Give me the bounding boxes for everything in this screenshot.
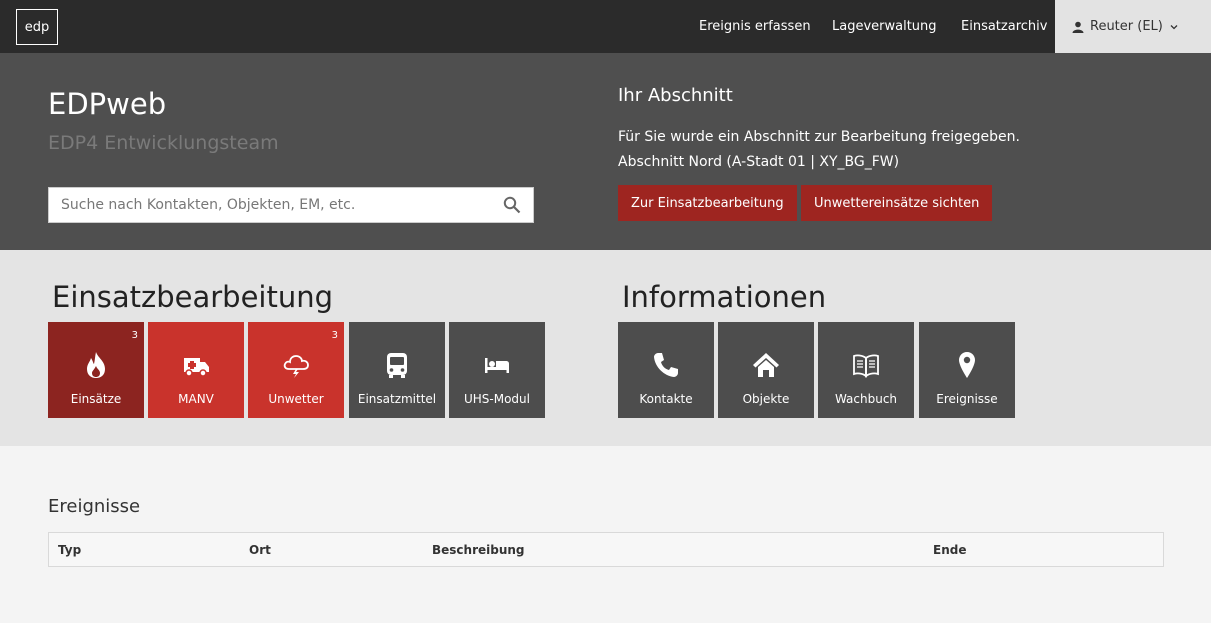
user-icon (1072, 21, 1084, 33)
user-menu-dropdown[interactable]: Reuter (EL) (1055, 0, 1211, 53)
app-title: EDPweb (48, 87, 167, 121)
events-table: Typ Ort Beschreibung Ende (48, 532, 1164, 567)
section-line-1: Für Sie wurde ein Abschnitt zur Bearbeit… (618, 129, 1020, 145)
tile-badge: 3 (131, 330, 138, 341)
chevron-down-icon (1170, 24, 1178, 29)
tile-label: Einsatzmittel (357, 392, 437, 406)
tile-label: UHS-Modul (463, 392, 530, 406)
phone-icon (654, 353, 678, 377)
column-header-ende[interactable]: Ende (933, 533, 966, 566)
column-header-ort[interactable]: Ort (249, 533, 271, 566)
tile-uhs-modul[interactable]: UHS-Modul (449, 322, 545, 418)
informationen-heading: Informationen (622, 280, 827, 314)
user-name: Reuter (EL) (1090, 19, 1163, 34)
tile-label: Unwetter (268, 392, 324, 406)
tile-objekte[interactable]: Objekte (718, 322, 814, 418)
nav-ereignis-erfassen[interactable]: Ereignis erfassen (699, 0, 811, 53)
hero-section: EDPweb EDP4 Entwicklungsteam Ihr Abschni… (0, 53, 1211, 250)
nav-lageverwaltung[interactable]: Lageverwaltung (832, 0, 937, 53)
events-heading: Ereignisse (48, 496, 141, 517)
storm-cloud-icon (283, 355, 309, 378)
search-box (48, 187, 534, 223)
unwettereinsaetze-button[interactable]: Unwettereinsätze sichten (801, 185, 993, 221)
tile-wachbuch[interactable]: Wachbuch (818, 322, 914, 418)
book-icon (853, 354, 879, 378)
tile-einsaetze[interactable]: 3 Einsätze (48, 322, 144, 418)
search-input[interactable] (49, 188, 489, 222)
column-header-typ[interactable]: Typ (58, 533, 81, 566)
tile-ereignisse[interactable]: Ereignisse (919, 322, 1015, 418)
tile-label: Kontakte (639, 392, 693, 406)
app-subtitle: EDP4 Entwicklungsteam (48, 132, 279, 154)
section-title: Ihr Abschnitt (618, 85, 733, 106)
tiles-section: Einsatzbearbeitung Informationen 3 Einsä… (0, 250, 1211, 446)
fire-icon (87, 352, 105, 378)
tile-label: MANV (178, 392, 214, 406)
section-line-2: Abschnitt Nord (A-Stadt 01 | XY_BG_FW) (618, 154, 900, 170)
tile-manv[interactable]: MANV (148, 322, 244, 418)
home-icon (753, 353, 779, 377)
top-navbar: edp Ereignis erfassen Lageverwaltung Ein… (0, 0, 1211, 53)
tile-label: Ereignisse (936, 392, 998, 406)
tile-label: Einsätze (70, 392, 122, 406)
tile-einsatzmittel[interactable]: Einsatzmittel (349, 322, 445, 418)
tile-kontakte[interactable]: Kontakte (618, 322, 714, 418)
column-header-beschreibung[interactable]: Beschreibung (432, 533, 525, 566)
vehicle-icon (387, 353, 407, 378)
search-icon[interactable] (503, 196, 521, 214)
tile-unwetter[interactable]: 3 Unwetter (248, 322, 344, 418)
bed-icon (485, 358, 509, 373)
einsatzbearbeitung-button[interactable]: Zur Einsatzbearbeitung (618, 185, 797, 221)
tile-label: Objekte (742, 392, 790, 406)
edp-logo[interactable]: edp (16, 9, 58, 45)
section-description: Für Sie wurde ein Abschnitt zur Bearbeit… (618, 125, 1020, 175)
map-marker-icon (959, 352, 975, 378)
nav-einsatzarchiv[interactable]: Einsatzarchiv (961, 0, 1047, 53)
ambulance-icon (184, 358, 209, 377)
tile-badge: 3 (331, 330, 338, 341)
einsatzbearbeitung-heading: Einsatzbearbeitung (52, 280, 334, 314)
tile-label: Wachbuch (834, 392, 898, 406)
